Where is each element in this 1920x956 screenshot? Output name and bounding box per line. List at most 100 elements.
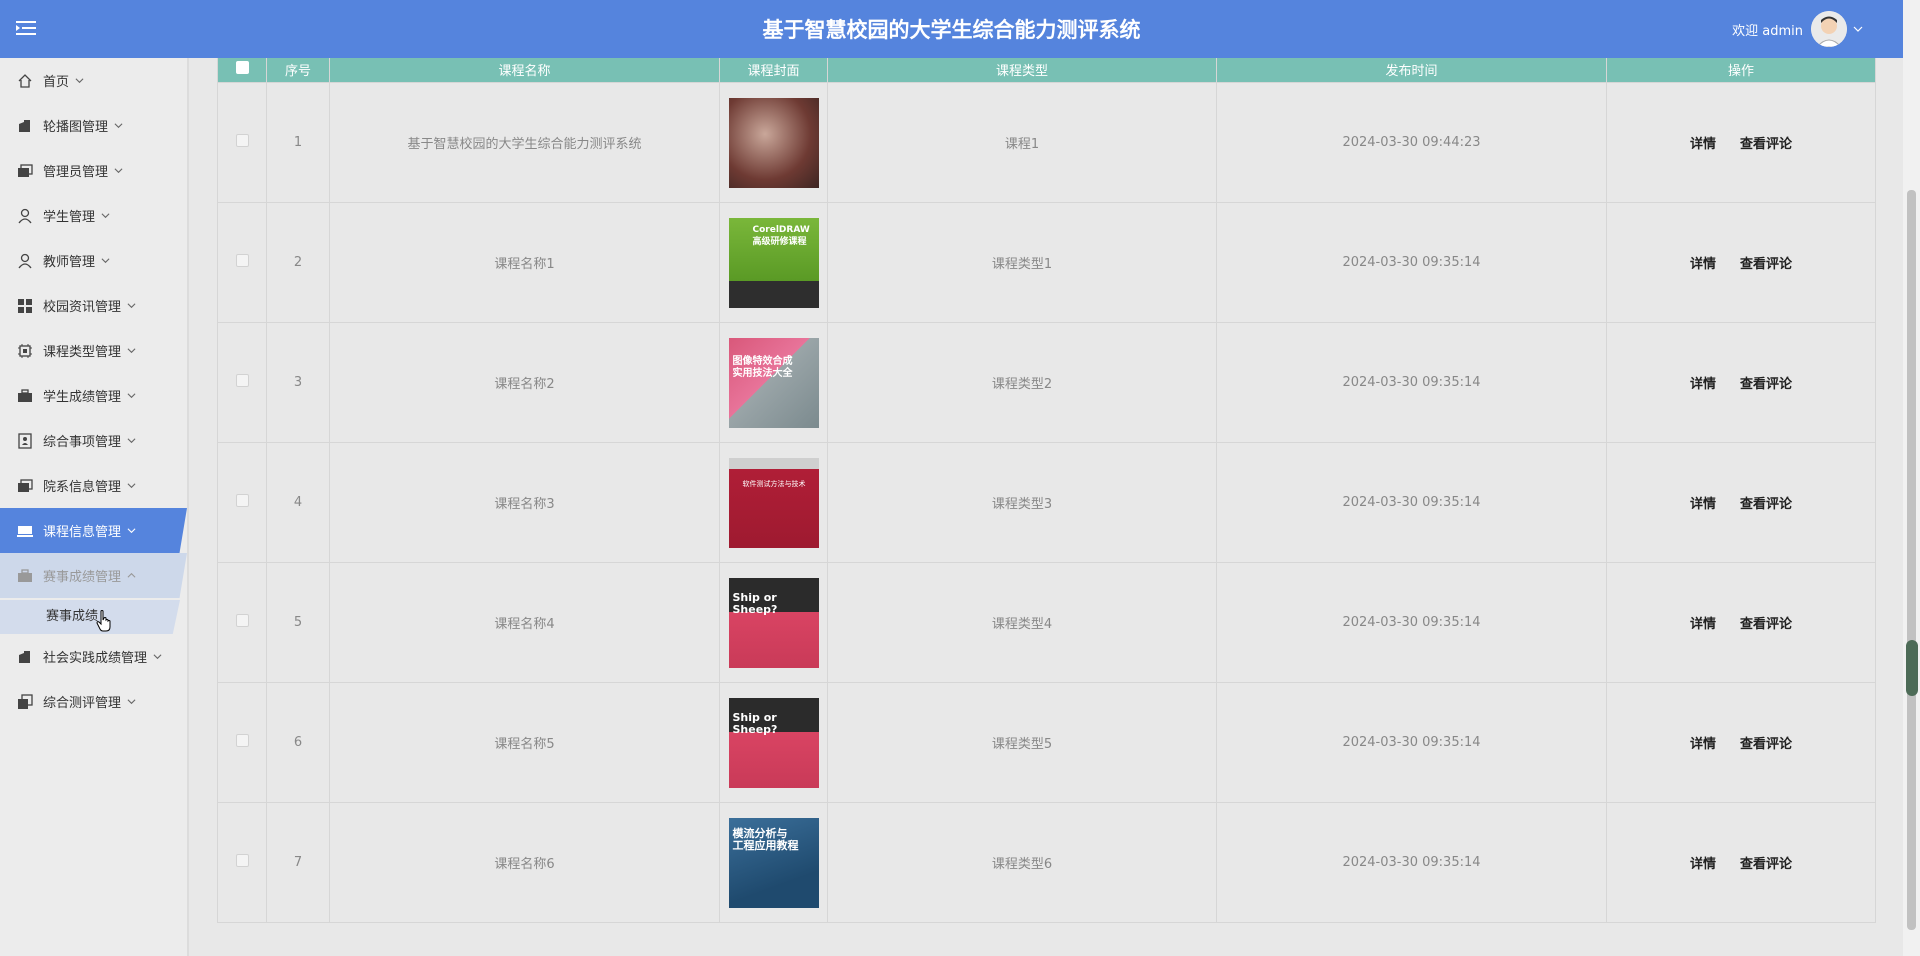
- chevron-down-icon: [127, 303, 136, 309]
- chip-icon: [18, 343, 32, 358]
- sidebar-item-students[interactable]: 学生管理: [0, 193, 187, 238]
- row-checkbox[interactable]: [235, 254, 249, 267]
- sidebar-item-label: 课程类型管理: [43, 345, 122, 360]
- chevron-down-icon: [127, 348, 136, 354]
- sidebar: 首页 轮播图管理 管理员管理 学生管理 教师管理 校园资讯管理 课程类型管理 学…: [0, 58, 189, 956]
- course-type: 课程类型5: [827, 682, 1217, 803]
- chevron-down-icon: [127, 528, 136, 534]
- sidebar-item-teachers[interactable]: 教师管理: [0, 238, 187, 283]
- sidebar-item-carousel[interactable]: 轮播图管理: [0, 103, 187, 148]
- copy-icon: [18, 693, 33, 709]
- course-name: 课程名称4: [329, 562, 720, 683]
- sidebar-item-label: 管理员管理: [43, 165, 109, 180]
- view-comments-button[interactable]: 查看评论: [1740, 253, 1792, 272]
- chevron-down-icon: [153, 654, 162, 660]
- row-checkbox[interactable]: [235, 134, 249, 147]
- table-header-row: 序号 课程名称 课程封面 课程类型 发布时间 操作: [217, 58, 1876, 83]
- chevron-down-icon: [127, 483, 136, 489]
- publish-time: 2024-03-30 09:35:14: [1216, 322, 1607, 443]
- sidebar-item-label: 校园资讯管理: [43, 300, 122, 315]
- view-comments-button[interactable]: 查看评论: [1740, 133, 1792, 152]
- briefcase-icon: [18, 388, 32, 402]
- publish-time: 2024-03-30 09:35:14: [1216, 802, 1607, 923]
- table-row: 1 基于智慧校园的大学生综合能力测评系统 课程1 2024-03-30 09:4…: [217, 82, 1876, 203]
- course-name: 课程名称6: [329, 802, 720, 923]
- row-checkbox[interactable]: [235, 614, 249, 627]
- user-icon: [18, 253, 32, 268]
- chevron-down-icon: [101, 213, 110, 219]
- sidebar-item-affairs[interactable]: 综合事项管理: [0, 418, 187, 463]
- detail-button[interactable]: 详情: [1690, 733, 1716, 752]
- sidebar-item-label: 教师管理: [43, 255, 96, 270]
- course-cover-image: 模流分析与 工程应用教程: [728, 817, 819, 908]
- view-comments-button[interactable]: 查看评论: [1740, 493, 1792, 512]
- sidebar-item-news[interactable]: 校园资讯管理: [0, 283, 187, 328]
- building-icon: [19, 650, 30, 663]
- course-type: 课程类型4: [827, 562, 1217, 683]
- column-header: 课程类型: [827, 58, 1217, 83]
- table-row: 3 课程名称2 图像特效合成 实用技法大全 课程类型2 2024-03-30 0…: [217, 322, 1876, 443]
- cover-text: Ship or Sheep?: [732, 710, 778, 736]
- course-name: 课程名称5: [329, 682, 720, 803]
- sidebar-item-courses[interactable]: 课程信息管理: [0, 508, 187, 553]
- course-type: 课程类型6: [827, 802, 1217, 923]
- sidebar-item-competition-scores[interactable]: 赛事成绩管理: [0, 553, 187, 598]
- detail-button[interactable]: 详情: [1690, 613, 1716, 632]
- sidebar-subitem-competition-scores[interactable]: 赛事成绩: [0, 600, 180, 634]
- course-type: 课程类型3: [827, 442, 1217, 563]
- row-index: 4: [266, 442, 330, 563]
- row-checkbox[interactable]: [235, 374, 249, 387]
- scrollbar-thumb[interactable]: [1907, 190, 1916, 930]
- view-comments-button[interactable]: 查看评论: [1740, 733, 1792, 752]
- sidebar-item-social-practice[interactable]: 社会实践成绩管理: [0, 634, 187, 679]
- column-header: 发布时间: [1216, 58, 1607, 83]
- row-checkbox[interactable]: [235, 494, 249, 507]
- chevron-up-icon: [127, 572, 136, 578]
- course-name: 基于智慧校园的大学生综合能力测评系统: [329, 82, 720, 203]
- sidebar-item-student-scores[interactable]: 学生成绩管理: [0, 373, 187, 418]
- chevron-down-icon: [114, 168, 123, 174]
- contact-icon: [18, 432, 32, 449]
- view-comments-button[interactable]: 查看评论: [1740, 613, 1792, 632]
- chevron-down-icon: [75, 78, 84, 84]
- table-row: 5 课程名称4 Ship or Sheep? 课程类型4 2024-03-30 …: [217, 562, 1876, 683]
- sidebar-item-label: 赛事成绩管理: [43, 570, 122, 585]
- detail-button[interactable]: 详情: [1690, 493, 1716, 512]
- detail-button[interactable]: 详情: [1690, 853, 1716, 872]
- row-index: 2: [266, 202, 330, 323]
- chevron-down-icon: [127, 699, 136, 705]
- select-all-checkbox[interactable]: [217, 58, 267, 83]
- sidebar-item-departments[interactable]: 院系信息管理: [0, 463, 187, 508]
- sidebar-item-admins[interactable]: 管理员管理: [0, 148, 187, 193]
- publish-time: 2024-03-30 09:35:14: [1216, 202, 1607, 323]
- welcome-text: 欢迎 admin: [1732, 23, 1803, 39]
- course-cover-image: 图像特效合成 实用技法大全: [728, 337, 819, 428]
- sidebar-item-home[interactable]: 首页: [0, 58, 187, 103]
- view-comments-button[interactable]: 查看评论: [1740, 853, 1792, 872]
- user-avatar-icon[interactable]: [1811, 11, 1847, 47]
- publish-time: 2024-03-30 09:35:14: [1216, 442, 1607, 563]
- row-checkbox[interactable]: [235, 734, 249, 747]
- detail-button[interactable]: 详情: [1690, 133, 1716, 152]
- sidebar-item-evaluation[interactable]: 综合测评管理: [0, 679, 187, 724]
- chevron-down-icon[interactable]: [1853, 24, 1863, 34]
- table-row: 2 课程名称1 CorelDRAW 高级研修课程 课程类型1 2024-03-3…: [217, 202, 1876, 323]
- detail-button[interactable]: 详情: [1690, 253, 1716, 272]
- table-row: 7 课程名称6 模流分析与 工程应用教程 课程类型6 2024-03-30 09…: [217, 802, 1876, 923]
- row-index: 3: [266, 322, 330, 443]
- row-checkbox[interactable]: [235, 854, 249, 867]
- publish-time: 2024-03-30 09:44:23: [1216, 82, 1607, 203]
- side-drag-handle[interactable]: [1906, 640, 1918, 696]
- user-menu[interactable]: 欢迎 admin: [1732, 8, 1863, 50]
- view-comments-button[interactable]: 查看评论: [1740, 373, 1792, 392]
- sidebar-item-label: 学生管理: [43, 210, 96, 225]
- hand-cursor-icon: [96, 610, 111, 632]
- cover-text: Ship or Sheep?: [732, 590, 778, 616]
- cover-text: 软件测试方法与技术: [742, 479, 806, 488]
- course-cover-image: CorelDRAW 高级研修课程: [728, 217, 819, 308]
- sidebar-item-course-types[interactable]: 课程类型管理: [0, 328, 187, 373]
- sidebar-item-label: 课程信息管理: [43, 525, 122, 540]
- detail-button[interactable]: 详情: [1690, 373, 1716, 392]
- publish-time: 2024-03-30 09:35:14: [1216, 562, 1607, 683]
- page-scrollbar[interactable]: [1903, 0, 1920, 956]
